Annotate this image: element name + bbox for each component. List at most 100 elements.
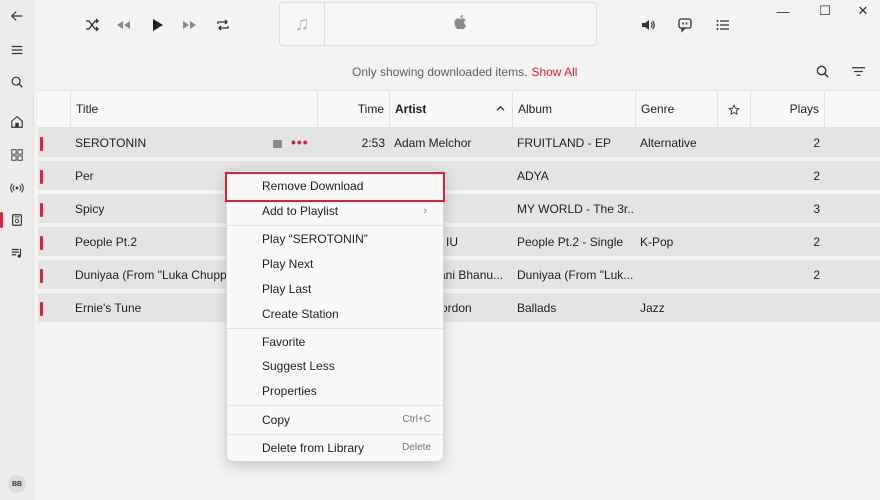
sort-ascending-icon — [496, 91, 505, 128]
download-indicator — [40, 302, 43, 316]
maximize-button[interactable]: ☐ — [817, 3, 833, 18]
rewind-icon[interactable] — [112, 14, 134, 36]
row-plays: 2 — [813, 235, 820, 249]
copy-label: Copy — [262, 413, 291, 427]
search-icon[interactable] — [813, 62, 831, 80]
table-row[interactable]: Per ADYA 2 — [38, 161, 880, 192]
menu-item-play-last[interactable]: Play Last — [231, 277, 439, 301]
column-header-album[interactable]: Album — [512, 91, 635, 128]
playlist-icon[interactable] — [7, 243, 27, 263]
back-arrow-icon[interactable] — [7, 6, 27, 26]
browse-grid-icon[interactable] — [7, 145, 27, 165]
menu-item-add-to-playlist[interactable]: Add to Playlist › — [231, 199, 439, 223]
menu-item-play[interactable]: Play “SEROTONIN” — [231, 227, 439, 251]
download-indicator — [40, 203, 43, 217]
lyrics-icon[interactable] — [674, 14, 696, 36]
download-indicator — [40, 137, 43, 151]
download-indicator — [40, 269, 43, 283]
notice-text: Only showing downloaded items. — [352, 65, 528, 79]
context-menu: Remove Download Add to Playlist › Play “… — [225, 170, 445, 462]
download-indicator — [40, 170, 43, 184]
row-album: ADYA — [517, 169, 549, 183]
radio-icon[interactable] — [7, 178, 27, 198]
more-options-icon[interactable]: ••• — [291, 128, 309, 159]
repeat-icon[interactable] — [212, 14, 234, 36]
left-rail: BB — [0, 0, 34, 500]
songs-table: Title Time Artist Album Genre Plays SERO… — [38, 90, 880, 324]
now-playing-display: ♫ — [279, 2, 597, 46]
copy-shortcut: Ctrl+C — [402, 414, 431, 425]
row-plays: 3 — [813, 202, 820, 216]
menu-item-create-station[interactable]: Create Station — [231, 302, 439, 326]
fast-forward-icon[interactable] — [179, 14, 201, 36]
active-indicator — [0, 212, 3, 228]
row-album: FRUITLAND - EP — [517, 136, 612, 150]
avatar[interactable]: BB — [8, 475, 26, 493]
show-all-link[interactable]: Show All — [531, 65, 577, 79]
menu-icon[interactable] — [7, 40, 27, 60]
column-header-favorite[interactable] — [717, 91, 750, 128]
table-row[interactable]: People Pt.2 IU People Pt.2 - Single K-Po… — [38, 227, 880, 258]
column-header-artist-label: Artist — [395, 102, 427, 116]
delete-shortcut: Delete — [402, 442, 431, 453]
menu-divider — [227, 225, 443, 226]
menu-divider — [227, 405, 443, 406]
column-header-plays[interactable]: Plays — [750, 91, 824, 128]
row-genre: Alternative — [640, 136, 697, 150]
table-row[interactable]: SEROTONIN ••• 2:53 Adam Melchor FRUITLAN… — [38, 128, 880, 159]
volume-icon[interactable] — [637, 14, 659, 36]
download-indicator — [40, 236, 43, 250]
star-icon — [728, 102, 740, 116]
row-genre: Jazz — [640, 301, 665, 315]
add-to-playlist-label: Add to Playlist — [262, 204, 339, 218]
row-album: Duniyaa (From "Luk... — [517, 268, 634, 282]
row-album: People Pt.2 - Single — [517, 235, 624, 249]
menu-divider — [227, 328, 443, 329]
chevron-right-icon: › — [423, 205, 427, 217]
row-time: 2:53 — [361, 136, 385, 150]
column-header-artist[interactable]: Artist — [389, 91, 512, 128]
filter-sort-icon[interactable] — [849, 62, 867, 80]
column-header-spacer — [824, 91, 880, 128]
apple-logo-icon — [452, 13, 472, 33]
menu-item-suggest-less[interactable]: Suggest Less — [231, 354, 439, 378]
library-icon[interactable] — [7, 210, 27, 230]
menu-divider — [227, 434, 443, 435]
highlight-box — [225, 172, 445, 202]
shuffle-icon[interactable] — [81, 14, 103, 36]
menu-item-properties[interactable]: Properties — [231, 379, 439, 403]
row-plays: 2 — [813, 268, 820, 282]
column-header-title[interactable]: Title — [70, 91, 317, 128]
row-artist: ordon — [441, 301, 472, 315]
player-toolbar: ♫ — ☐ ✕ — [34, 0, 880, 50]
filter-bar: Only showing downloaded items. Show All — [34, 52, 880, 90]
table-row[interactable]: Duniyaa (From "Luka Chuppi" rani Bhanu..… — [38, 260, 880, 291]
table-row[interactable]: Spicy MY WORLD - The 3r... 3 — [38, 194, 880, 225]
close-button[interactable]: ✕ — [855, 3, 871, 18]
menu-item-copy[interactable]: Copy Ctrl+C — [231, 408, 439, 432]
minimize-button[interactable]: — — [775, 4, 791, 19]
row-artist: Adam Melchor — [394, 136, 472, 150]
download-filter-notice: Only showing downloaded items. Show All — [352, 65, 577, 79]
queue-list-icon[interactable] — [712, 14, 734, 36]
row-album: Ballads — [517, 301, 557, 315]
row-title: SEROTONIN — [75, 136, 147, 150]
row-artist: IU — [446, 235, 458, 249]
play-icon[interactable] — [146, 14, 168, 36]
menu-item-favorite[interactable]: Favorite — [231, 330, 439, 354]
home-icon[interactable] — [7, 112, 27, 132]
row-artist: rani Bhanu... — [435, 268, 504, 282]
row-genre: K-Pop — [640, 235, 674, 249]
row-plays: 2 — [813, 136, 820, 150]
menu-item-play-next[interactable]: Play Next — [231, 252, 439, 276]
menu-item-delete-from-library[interactable]: Delete from Library Delete — [231, 436, 439, 460]
explicit-badge-icon — [273, 140, 282, 148]
search-icon[interactable] — [7, 72, 27, 92]
column-header-time[interactable]: Time — [317, 91, 389, 128]
table-row[interactable]: Ernie's Tune ordon Ballads Jazz — [38, 293, 880, 324]
table-header: Title Time Artist Album Genre Plays — [38, 90, 880, 128]
music-note-icon: ♫ — [280, 3, 325, 45]
delete-from-library-label: Delete from Library — [262, 441, 365, 455]
column-header-genre[interactable]: Genre — [635, 91, 717, 128]
row-plays: 2 — [813, 169, 820, 183]
